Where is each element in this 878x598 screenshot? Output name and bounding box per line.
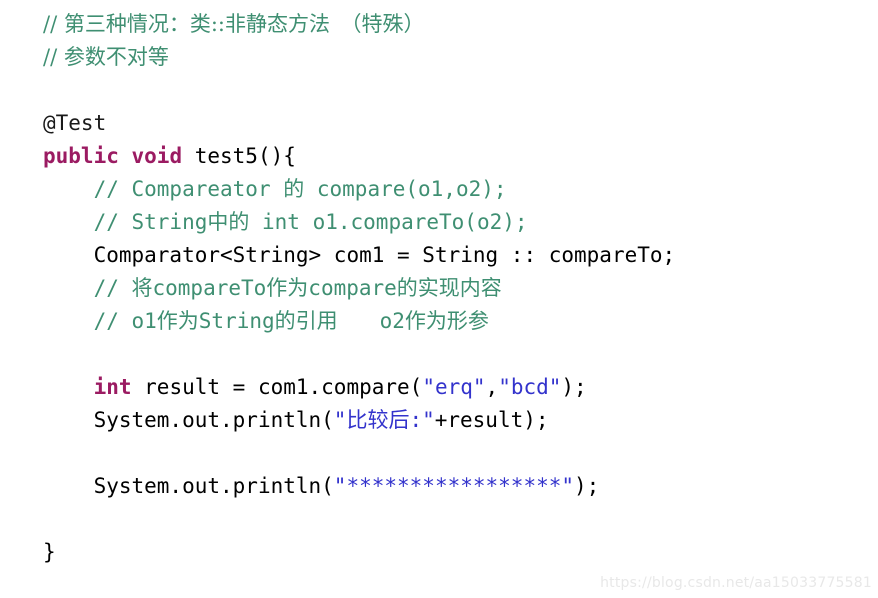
keyword-int: int: [93, 375, 132, 399]
code-line-16-blank: [43, 503, 878, 536]
code-line-15: System.out.println("*****************");: [43, 470, 878, 503]
annotation-test: @Test: [43, 111, 107, 135]
string-literal-separator: "*****************": [333, 474, 575, 498]
code-line-1: // 第三种情况：类::非静态方法 （特殊）: [43, 8, 878, 41]
keyword-void: void: [131, 144, 183, 168]
println-suffix: +result);: [434, 408, 549, 432]
code-line-3-blank: [43, 74, 878, 107]
string-literal-bcd: "bcd": [498, 375, 562, 399]
code-line-13: System.out.println("比较后:"+result);: [43, 404, 878, 437]
code-line-7: // String中的 int o1.compareTo(o2);: [43, 206, 878, 239]
string-literal-compare-result: "比较后:": [333, 408, 435, 432]
code-line-9: // 将compareTo作为compare的实现内容: [43, 272, 878, 305]
comparator-declaration: Comparator<String> com1 = String :: comp…: [93, 243, 676, 267]
code-line-12: int result = com1.compare("erq","bcd");: [43, 371, 878, 404]
comment-text: // 将compareTo作为compare的实现内容: [93, 276, 502, 300]
code-snippet-surface: // 第三种情况：类::非静态方法 （特殊） // 参数不对等 @Test pu…: [0, 0, 878, 598]
comment-text: // o1作为String的引用 o2作为形参: [93, 309, 489, 333]
println-prefix: System.out.println(: [93, 408, 334, 432]
code-line-14-blank: [43, 437, 878, 470]
code-line-4: @Test: [43, 107, 878, 140]
code-line-6: // Compareator 的 compare(o1,o2);: [43, 173, 878, 206]
comment-text: // String中的 int o1.compareTo(o2);: [93, 210, 528, 234]
code-line-2: // 参数不对等: [43, 41, 878, 74]
string-literal-erq: "erq": [422, 375, 486, 399]
code-line-5: public void test5(){: [43, 140, 878, 173]
code-line-10: // o1作为String的引用 o2作为形参: [43, 305, 878, 338]
argument-separator: ,: [485, 375, 499, 399]
watermark-url: https://blog.csdn.net/aa15033775581: [600, 575, 872, 591]
keyword-public: public: [43, 144, 119, 168]
comment-text: // 参数不对等: [43, 45, 169, 69]
code-line-17: }: [43, 536, 878, 569]
comment-text: // 第三种情况：类::非静态方法 （特殊）: [43, 12, 425, 36]
println-prefix: System.out.println(: [93, 474, 334, 498]
method-signature: test5(){: [182, 144, 296, 168]
println-suffix: );: [574, 474, 600, 498]
code-line-8: Comparator<String> com1 = String :: comp…: [43, 239, 878, 272]
code-line-11-blank: [43, 338, 878, 371]
comment-text: // Compareator 的 compare(o1,o2);: [93, 177, 507, 201]
compare-call-prefix: result = com1.compare(: [131, 375, 423, 399]
compare-call-suffix: );: [561, 375, 587, 399]
closing-brace: }: [43, 540, 56, 564]
